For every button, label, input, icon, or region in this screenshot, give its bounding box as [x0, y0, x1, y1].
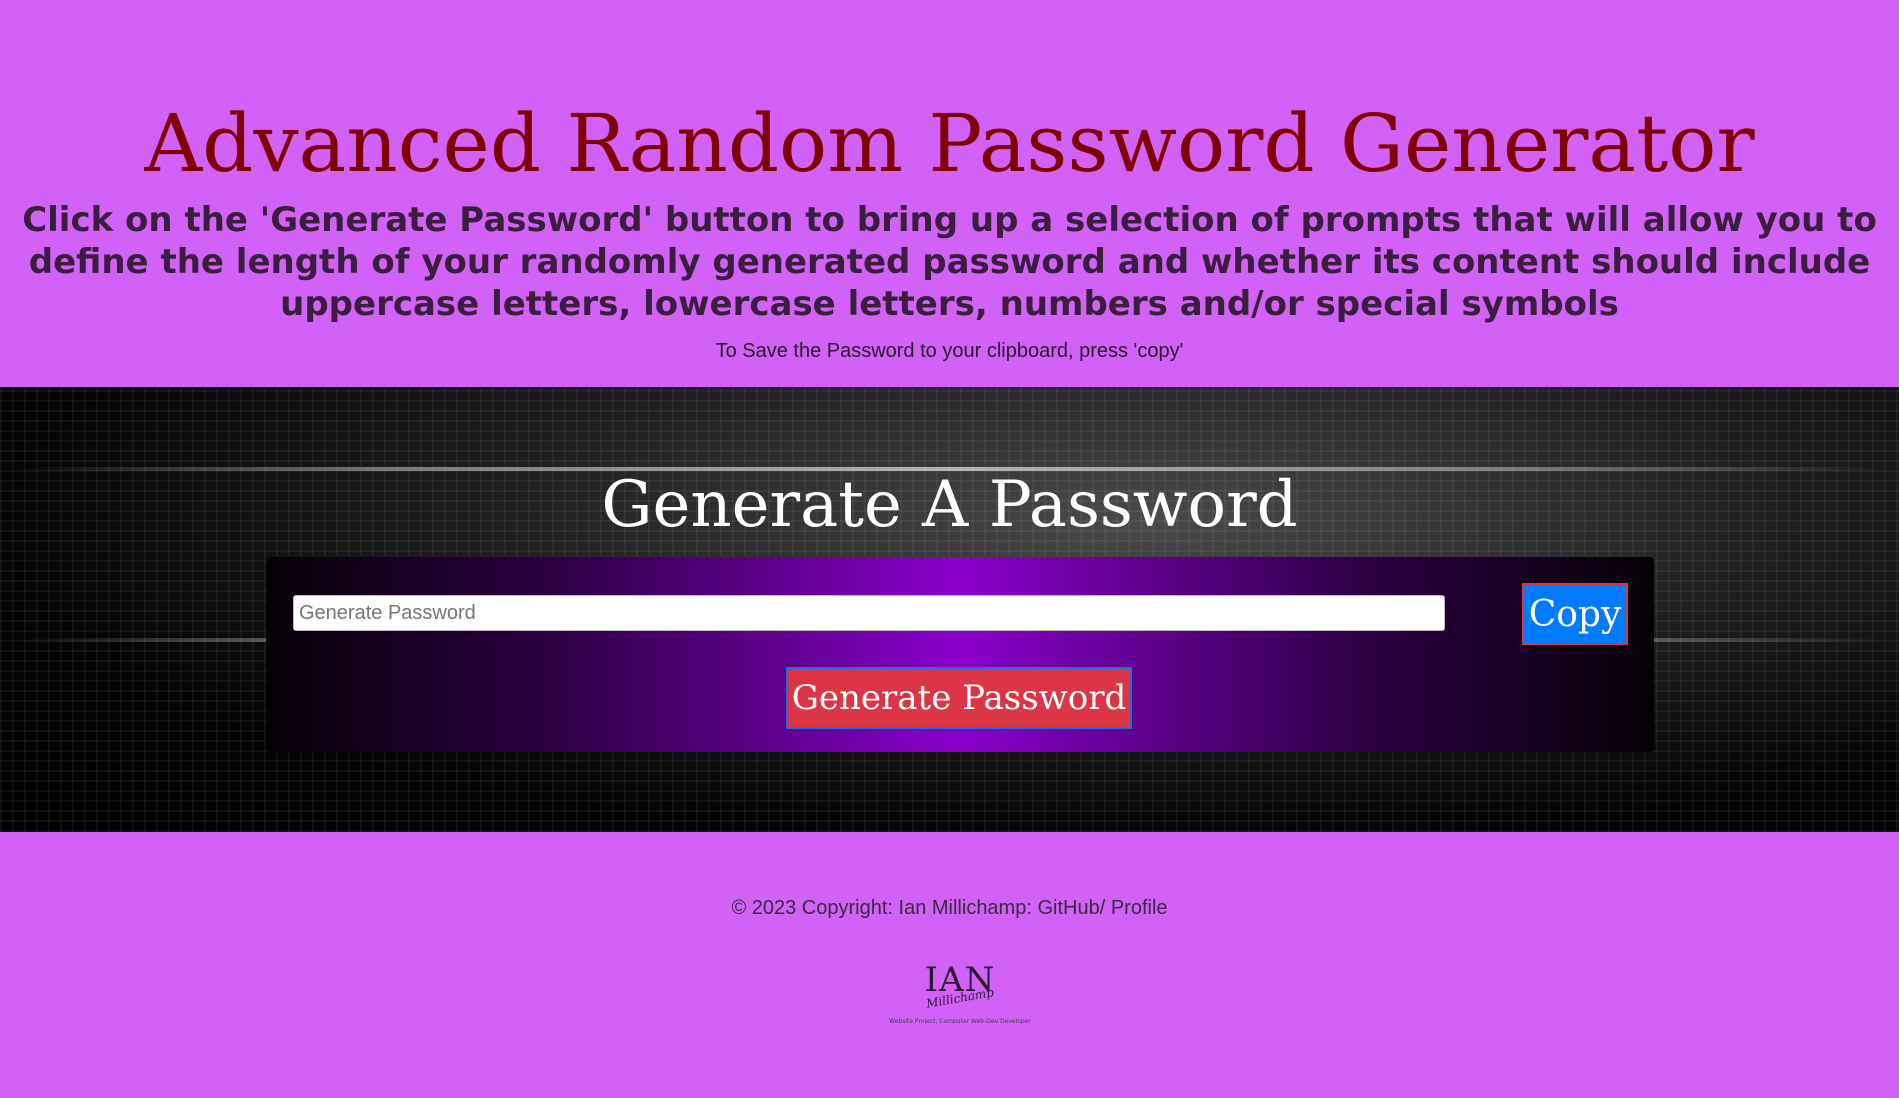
logo-tagline: Website Project, Computer Web-Dev Develo…	[889, 1018, 1031, 1025]
card-title: Generate A Password	[601, 468, 1298, 542]
logo: IAN Millichamp Website Project, Computer…	[880, 962, 1040, 1062]
clipboard-note: To Save the Password to your clipboard, …	[715, 340, 1184, 362]
profile-link[interactable]: Profile	[1105, 897, 1168, 919]
copyright-prefix: © 2023 Copyright: Ian Millichamp:	[731, 897, 1038, 919]
generator-card: Copy Generate Password	[266, 557, 1654, 752]
instructions-text: Click on the 'Generate Password' button …	[22, 200, 1877, 324]
copyright-text: © 2023 Copyright: Ian Millichamp: GitHub…	[0, 897, 1899, 920]
generate-password-button[interactable]: Generate Password	[786, 667, 1132, 729]
copy-button[interactable]: Copy	[1522, 583, 1628, 645]
page-title: Advanced Random Password Generator	[144, 97, 1755, 190]
page-header: Advanced Random Password Generator Click…	[0, 0, 1899, 387]
password-output-field[interactable]	[293, 595, 1445, 631]
github-link[interactable]: GitHub/	[1037, 897, 1105, 919]
page-footer: © 2023 Copyright: Ian Millichamp: GitHub…	[0, 832, 1899, 1098]
generator-section: Generate A Password Copy Generate Passwo…	[0, 387, 1899, 832]
